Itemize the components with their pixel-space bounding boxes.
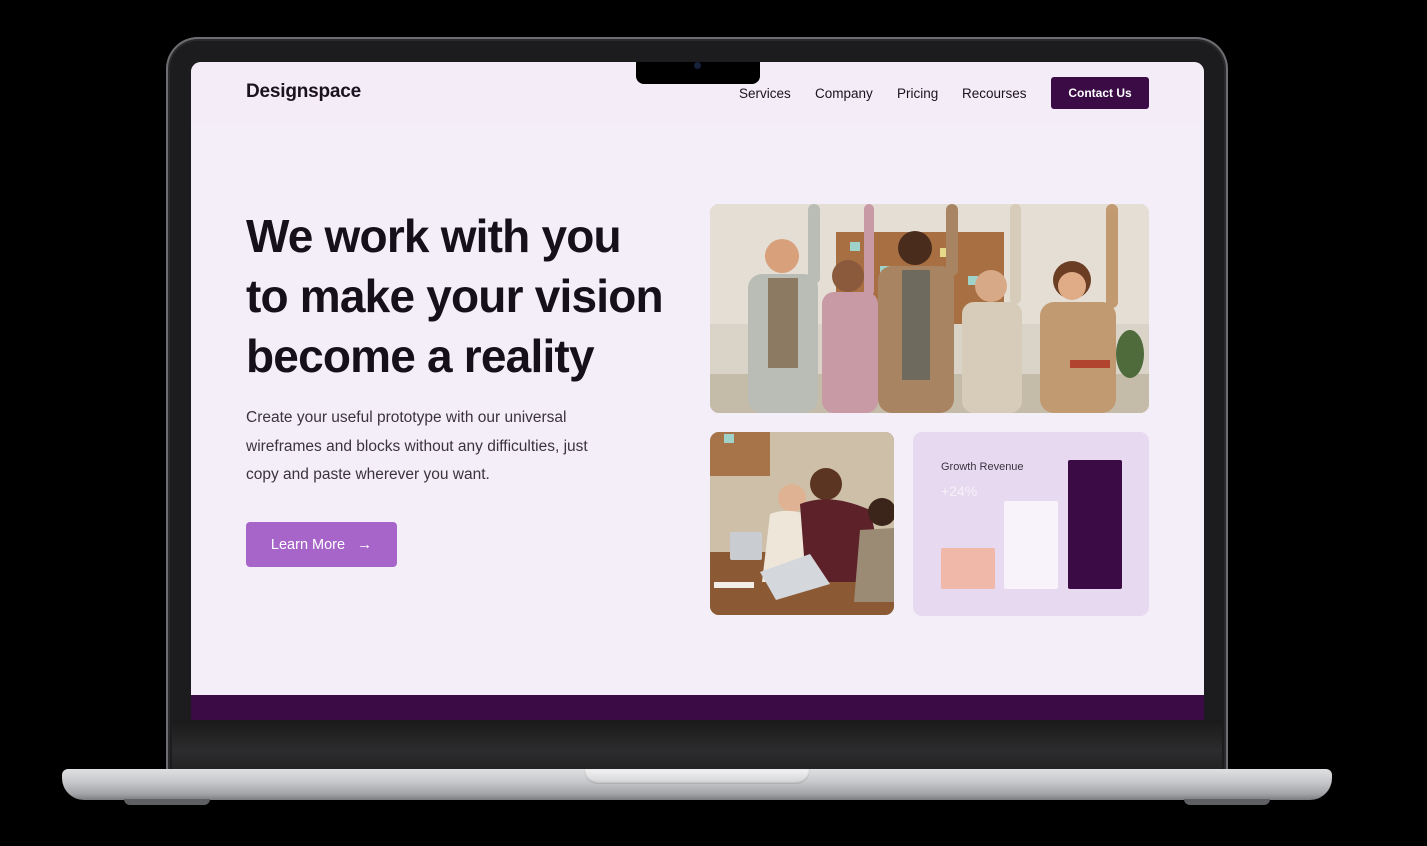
- team-celebrating-photo: [710, 204, 1149, 413]
- team-meeting-photo: [710, 432, 894, 615]
- camera-lens: [694, 62, 701, 69]
- hero-title-line: become a reality: [246, 330, 595, 382]
- laptop-screen: Designspace Services Company Pricing Rec…: [191, 62, 1204, 720]
- laptop-thumb-notch: [584, 769, 810, 784]
- laptop-foot-right: [1184, 799, 1270, 805]
- arrow-right-icon: →: [357, 536, 373, 553]
- hero-subtitle-line: wireframes and blocks without any diffic…: [246, 437, 588, 455]
- team-photo-illustration: [710, 204, 1149, 413]
- growth-bar: [1068, 460, 1122, 589]
- camera-notch: [636, 62, 760, 84]
- growth-revenue-label: Growth Revenue: [941, 461, 1024, 473]
- learn-more-label: Learn More: [270, 536, 346, 553]
- hero-title-line: We work with you: [246, 210, 622, 262]
- learn-more-button[interactable]: Learn More →: [246, 522, 397, 567]
- laptop-bezel: [172, 720, 1222, 772]
- nav-link-company[interactable]: Company: [815, 86, 873, 101]
- hero-subtitle-line: copy and paste wherever you want.: [246, 466, 490, 483]
- contact-us-button[interactable]: Contact Us: [1051, 77, 1149, 109]
- hero-title: We work with you to make your vision bec…: [246, 206, 686, 386]
- footer-band: [191, 695, 1204, 720]
- nav-link-recourses[interactable]: Recourses: [962, 86, 1027, 101]
- hero-subtitle-line: Create your useful prototype with our un…: [246, 409, 567, 426]
- growth-bar: [941, 548, 995, 589]
- growth-revenue-card: Growth Revenue +24%: [913, 432, 1149, 616]
- hero-title-line: to make your vision: [246, 270, 664, 322]
- meeting-photo-illustration: [710, 432, 894, 615]
- growth-revenue-value: +24%: [941, 483, 978, 499]
- nav-link-pricing[interactable]: Pricing: [897, 86, 938, 101]
- brand-logo[interactable]: Designspace: [246, 81, 361, 103]
- growth-bar: [1004, 501, 1058, 589]
- hero-subtitle: Create your useful prototype with our un…: [246, 404, 646, 490]
- nav-link-services[interactable]: Services: [739, 86, 791, 101]
- laptop-foot-left: [124, 799, 210, 805]
